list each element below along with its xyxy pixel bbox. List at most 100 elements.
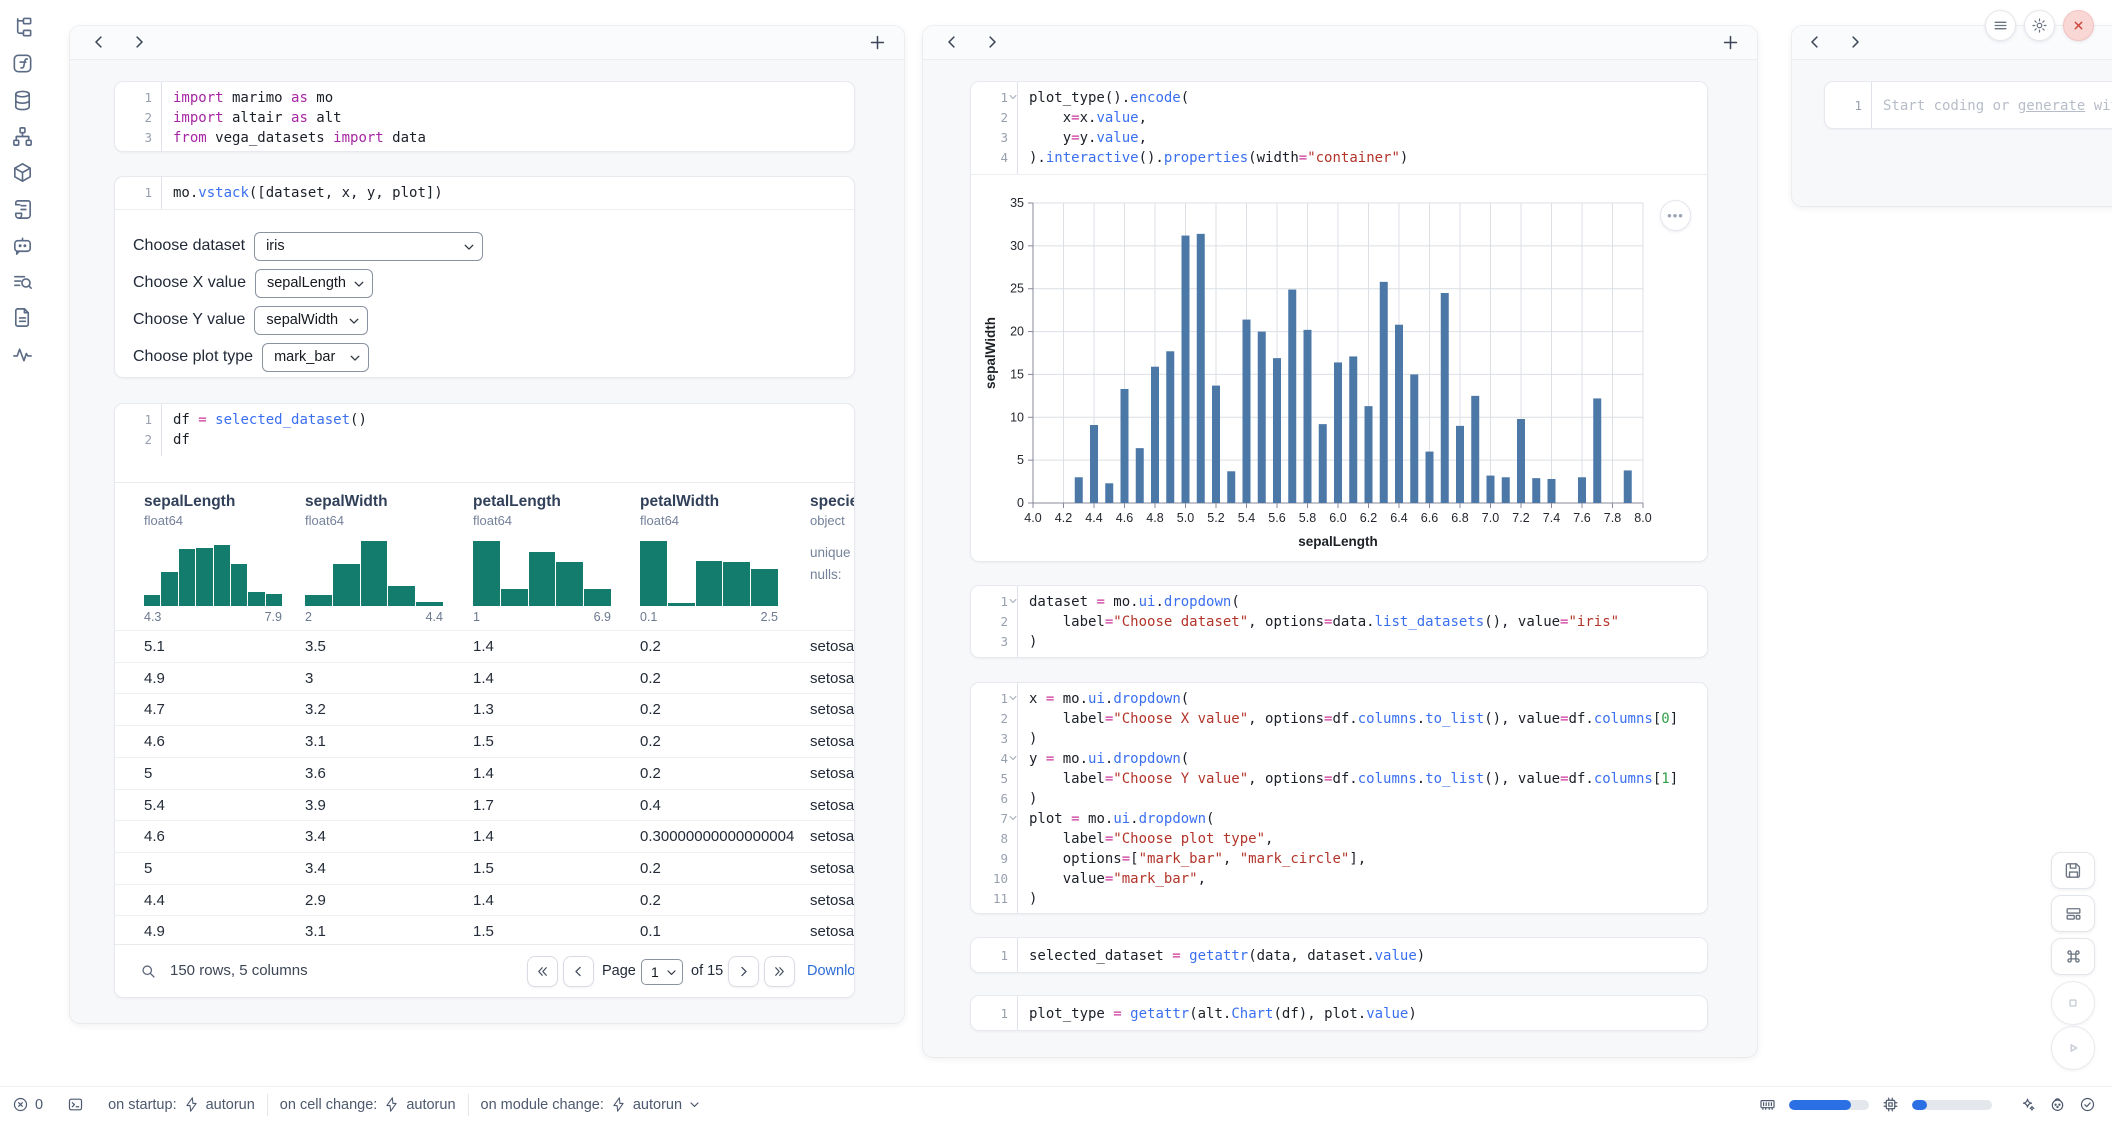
status-item-2[interactable]: on cell change:autorun [268,1094,468,1116]
memory-usage-bar[interactable] [1789,1100,1869,1110]
add-cell-button[interactable] [868,33,888,53]
fold-chevron-icon[interactable] [1008,813,1018,823]
add-cell-button[interactable] [1721,33,1741,53]
column-type: float64 [305,513,344,528]
column-header-species[interactable]: species [810,493,854,511]
table-row[interactable]: 53.41.50.2setosa [115,852,854,884]
connection-status-icon[interactable] [2079,1096,2096,1113]
generate-link[interactable]: generate [2018,98,2085,114]
column-next-button[interactable] [983,33,1003,53]
notebook-column-1: 1import marimo as mo2import altair as al… [70,26,904,1023]
last-page-button[interactable] [764,956,795,987]
logs-icon[interactable] [11,270,35,294]
table-footer: 150 rows, 5 columns Page 1 of 15 Downloa… [115,944,854,997]
ai-sparkles-button[interactable] [2019,1096,2036,1113]
cell-selected-dataset[interactable]: 1selected_dataset = getattr(data, datase… [970,937,1708,973]
notebook-menu-button[interactable] [1985,10,2016,41]
table-row[interactable]: 4.42.91.40.2setosa [115,884,854,916]
cpu-usage-bar[interactable] [1912,1100,1992,1110]
table-row[interactable]: 5.43.91.70.4setosa [115,789,854,821]
page-select[interactable]: 1 [641,959,683,985]
cell-xy-plot-dropdowns[interactable]: 1x = mo.ui.dropdown(2 label="Choose X va… [970,682,1708,914]
column-prev-button[interactable] [90,33,110,53]
choose-y-value-dropdown[interactable]: sepalWidth [254,306,368,335]
choose-dataset-dropdown[interactable]: iris [254,232,483,261]
column-header-petalLength[interactable]: petalLength [473,493,561,511]
code-placeholder[interactable]: Start coding or generate with [1871,96,2112,116]
cell-dataset-dropdown[interactable]: 1dataset = mo.ui.dropdown(2 label="Choos… [970,585,1708,658]
status-item-1[interactable]: on startup:autorun [96,1094,267,1116]
memory-icon [1759,1096,1776,1113]
table-row[interactable]: 4.63.41.40.30000000000000004setosa [115,820,854,852]
cell-plot[interactable]: 1plot_type().encode(2 x=x.value,3 y=y.va… [970,81,1708,562]
column-header-sepalWidth[interactable]: sepalWidth [305,493,388,511]
table-cell: 1.4 [473,885,494,917]
column-header-sepalLength[interactable]: sepalLength [144,493,235,511]
table-row[interactable]: 4.93.11.50.1setosa [115,915,854,946]
table-row[interactable]: 4.63.11.50.2setosa [115,725,854,757]
chart-menu-button[interactable]: ••• [1660,200,1691,231]
next-page-button[interactable] [728,956,759,987]
column-prev-button[interactable] [943,33,963,53]
fold-chevron-icon[interactable] [1008,92,1018,102]
code-line: 3from vega_datasets import data [115,128,854,148]
keyboard-shortcuts-button[interactable] [2051,938,2095,975]
packages-icon[interactable] [11,161,35,185]
run-all-button[interactable] [2051,1026,2095,1070]
stop-button[interactable] [2051,981,2095,1025]
histogram-bar [333,564,360,606]
tracing-icon[interactable] [11,343,35,367]
dependency-graph-icon[interactable] [11,125,35,149]
code-line: 1dataset = mo.ui.dropdown( [971,592,1707,612]
choose-plot-type-dropdown[interactable]: mark_bar [262,343,369,372]
column-type: object [810,513,845,528]
file-explorer-icon[interactable] [11,16,35,40]
cell-empty[interactable]: 1 Start coding or generate with [1824,81,2112,129]
column-next-button[interactable] [1846,33,1866,53]
table-row[interactable]: 5.13.51.40.2setosa [115,630,854,662]
fold-chevron-icon[interactable] [1008,693,1018,703]
scratchpad-icon[interactable] [11,198,35,222]
cell-imports[interactable]: 1import marimo as mo2import altair as al… [114,81,855,152]
xy-plot-dropdowns-code: 1x = mo.ui.dropdown(2 label="Choose X va… [971,683,1707,914]
column-histogram [640,538,778,606]
column-type: float64 [144,513,183,528]
fold-chevron-icon[interactable] [1008,753,1018,763]
first-page-button[interactable] [527,956,558,987]
table-row[interactable]: 53.61.40.2setosa [115,757,854,789]
prev-page-button[interactable] [563,956,594,987]
cell-dataframe[interactable]: 1df = selected_dataset()2df sepalLengthf… [114,403,855,998]
datasources-icon[interactable] [11,89,35,113]
line-number: 1 [115,88,161,108]
column-header-petalWidth[interactable]: petalWidth [640,493,719,511]
marimo-mascot-button[interactable] [2049,1096,2066,1113]
variables-icon[interactable] [11,52,35,76]
search-icon[interactable] [139,962,157,980]
code-line: 1plot_type = getattr(alt.Chart(df), plot… [971,1004,1707,1024]
save-button[interactable] [2051,852,2095,889]
svg-text:5.6: 5.6 [1268,511,1285,525]
chat-icon[interactable] [11,234,35,258]
altair-bar-chart[interactable]: 051015202530354.04.24.44.64.85.05.25.45.… [981,194,1687,560]
histogram-bar [529,552,556,606]
cell-plot-type[interactable]: 1plot_type = getattr(alt.Chart(df), plot… [970,995,1708,1031]
chevron-down-icon [665,966,678,979]
snippets-icon[interactable] [11,306,35,330]
column-prev-button[interactable] [1806,33,1826,53]
column-next-button[interactable] [130,33,150,53]
table-row[interactable]: 4.931.40.2setosa [115,662,854,694]
line-number: 10 [971,869,1017,889]
fold-chevron-icon[interactable] [1008,596,1018,606]
shutdown-button[interactable] [2063,10,2094,41]
settings-button[interactable] [2024,10,2055,41]
table-row[interactable]: 4.73.21.30.2setosa [115,693,854,725]
cell-vstack-ui[interactable]: 1mo.vstack([dataset, x, y, plot]) Choose… [114,176,855,378]
table-cell: setosa [810,821,854,853]
status-item-3[interactable]: on module change:autorun [469,1094,714,1116]
errors-indicator[interactable]: 0 [0,1094,55,1116]
histogram-bar [751,569,778,606]
layout-button[interactable] [2051,895,2095,932]
terminal-button[interactable] [55,1094,96,1116]
download-button[interactable]: Download [807,963,855,979]
choose-x-value-dropdown[interactable]: sepalLength [255,269,373,298]
